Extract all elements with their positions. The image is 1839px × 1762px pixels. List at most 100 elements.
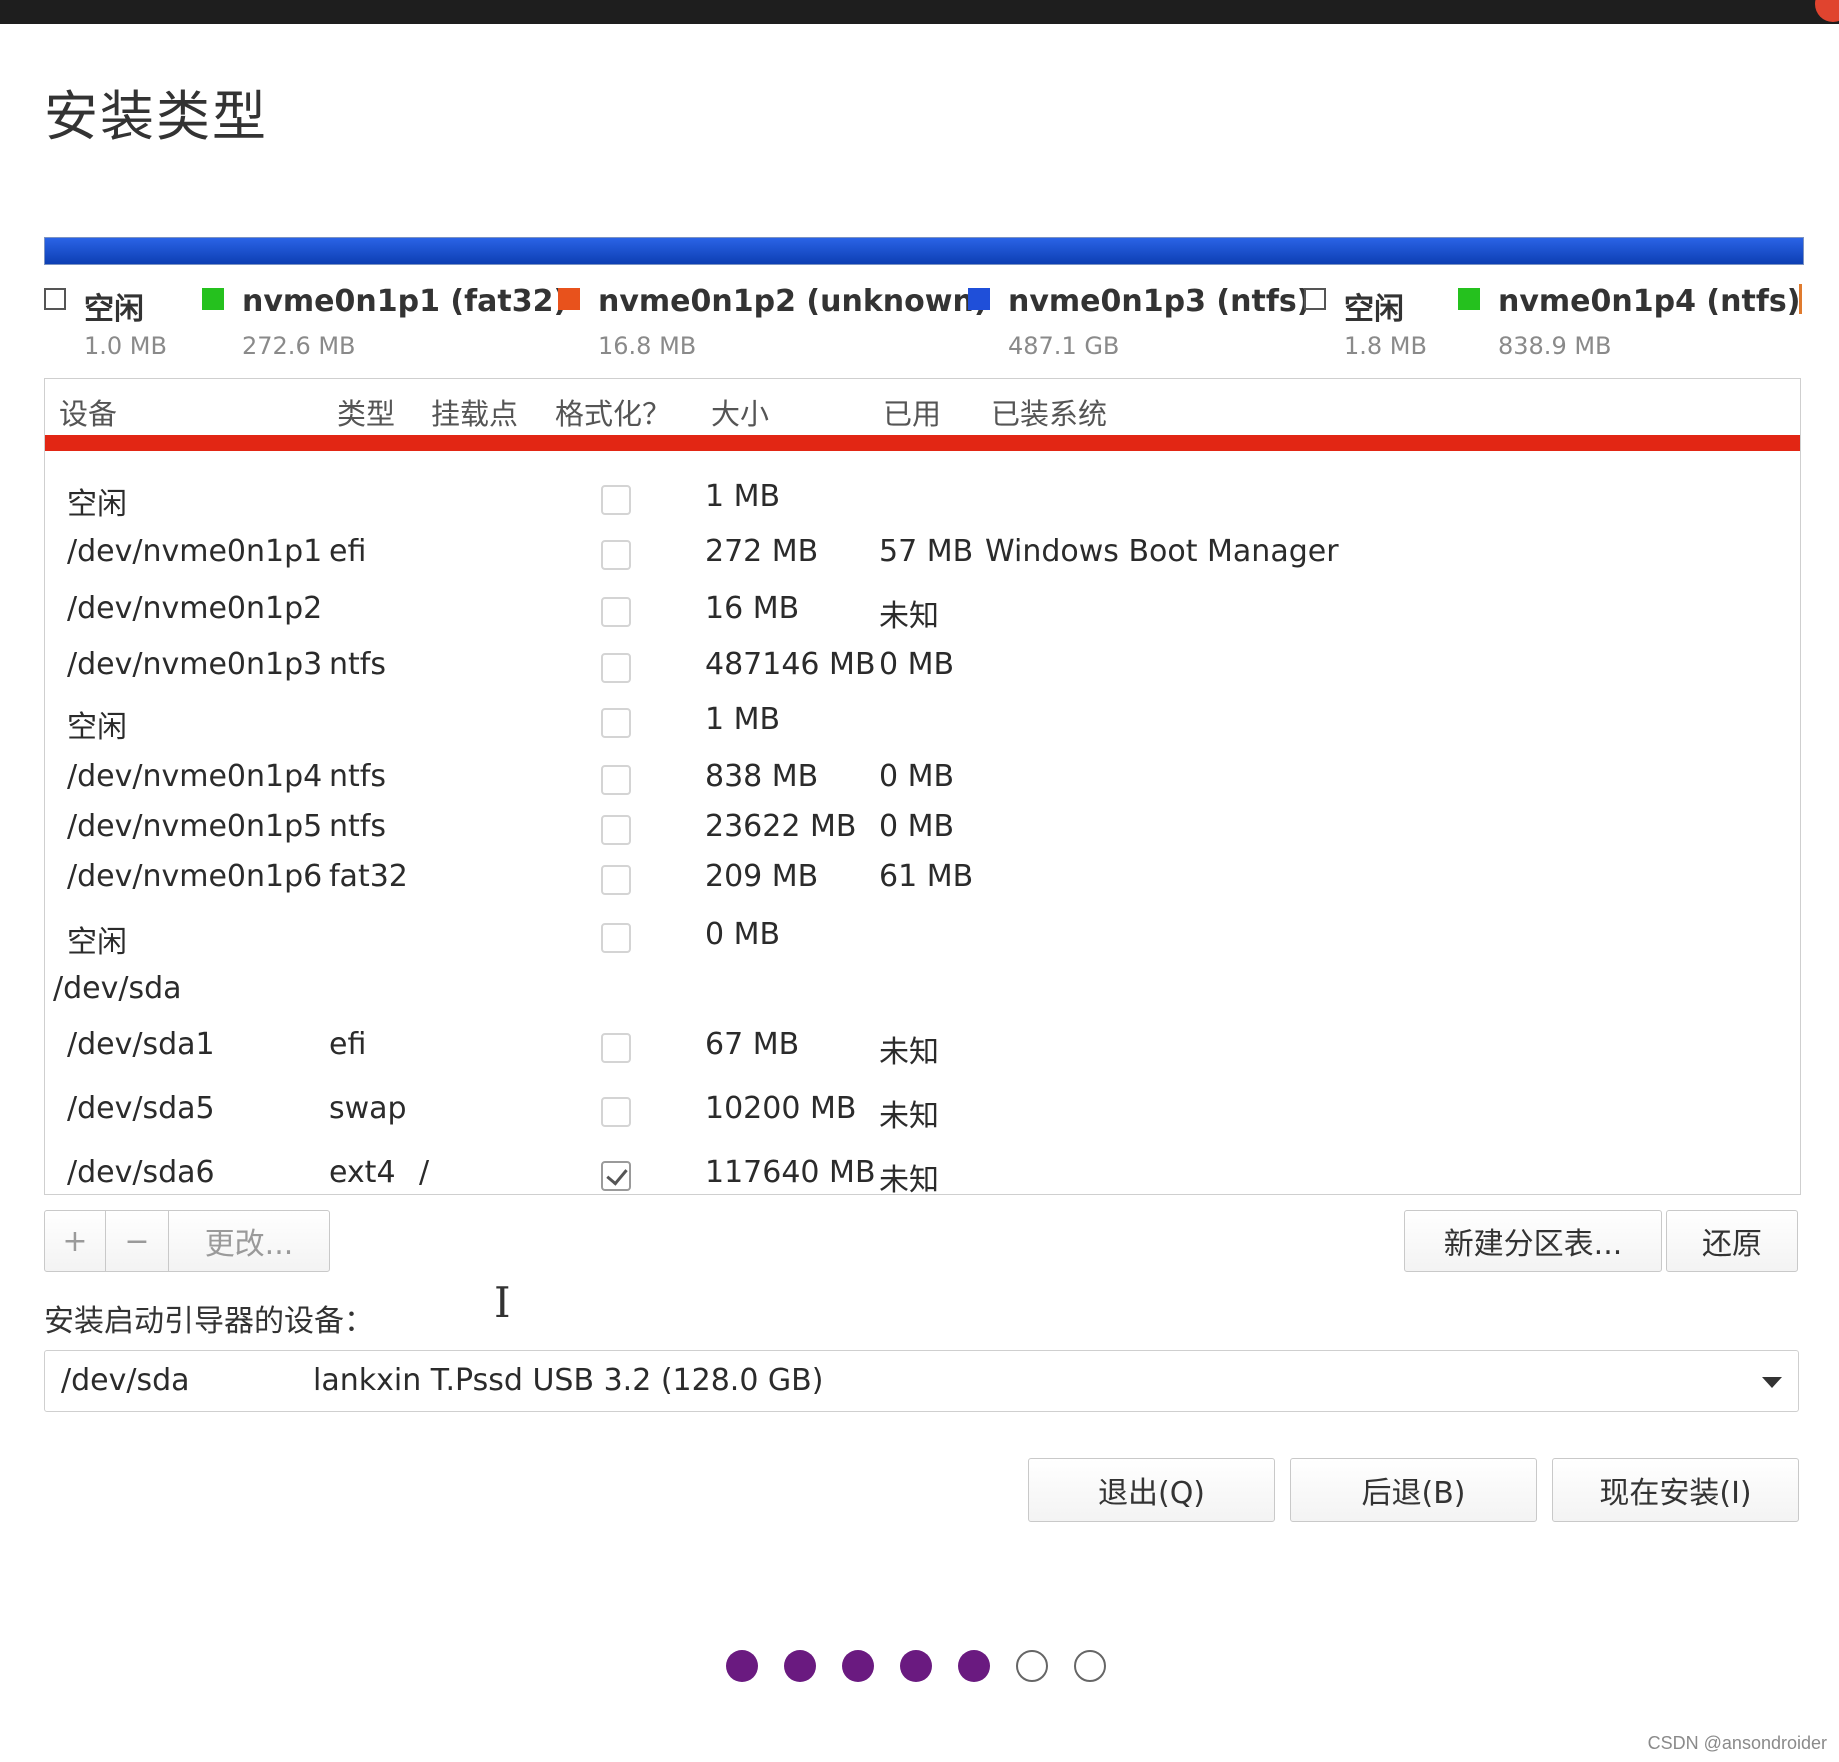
header-size[interactable]: 大小	[711, 391, 769, 433]
legend-swatch	[1304, 288, 1326, 310]
format-checkbox[interactable]	[601, 653, 631, 683]
header-used[interactable]: 已用	[883, 391, 941, 433]
legend-swatch	[558, 288, 580, 310]
table-row[interactable]: /dev/nvme0n1p5 ntfs 23622 MB 0 MB	[45, 809, 1800, 859]
cell-size: 1 MB	[705, 702, 781, 737]
cell-used: 未知	[879, 1163, 939, 1195]
cell-device: /dev/nvme0n1p1	[67, 534, 323, 569]
format-checkbox[interactable]	[601, 540, 631, 570]
table-row[interactable]: /dev/nvme0n1p4 ntfs 838 MB 0 MB	[45, 759, 1800, 809]
new-partition-table-button[interactable]: 新建分区表...	[1404, 1210, 1662, 1272]
format-checkbox[interactable]	[601, 1033, 631, 1063]
step-dot-completed	[784, 1650, 816, 1682]
cell-size: 16 MB	[705, 591, 800, 626]
format-checkbox[interactable]	[601, 865, 631, 895]
step-dot-completed	[842, 1650, 874, 1682]
table-row[interactable]: 空闲 1 MB	[45, 702, 1800, 752]
cell-device: /dev/nvme0n1p5	[67, 809, 323, 844]
header-type[interactable]: 类型	[337, 391, 395, 433]
cell-device: 空闲	[67, 710, 127, 745]
table-row[interactable]: /dev/nvme0n1p3 ntfs 487146 MB 0 MB	[45, 647, 1800, 697]
page-title: 安装类型	[44, 85, 268, 148]
legend-swatch	[968, 288, 990, 310]
legend-swatch	[202, 288, 224, 310]
legend-swatch	[44, 288, 66, 310]
cell-type: fat32	[329, 859, 408, 894]
legend-size: 487.1 GB	[1008, 332, 1120, 360]
cell-size: 67 MB	[705, 1027, 800, 1062]
step-dot-pending	[1074, 1650, 1106, 1682]
table-row[interactable]: /dev/sda1 efi 67 MB 未知	[45, 1027, 1800, 1077]
table-row[interactable]: /dev/sda	[45, 971, 1800, 1021]
change-partition-button[interactable]: 更改...	[168, 1210, 330, 1272]
bootloader-device-name: lankxin T.Pssd USB 3.2 (128.0 GB)	[313, 1363, 824, 1398]
cell-device: /dev/nvme0n1p2	[67, 591, 323, 626]
table-row[interactable]: /dev/sda6 ext4 / 117640 MB 未知	[45, 1155, 1800, 1195]
legend-size: 16.8 MB	[598, 332, 697, 360]
format-checkbox[interactable]	[601, 765, 631, 795]
close-dot-icon[interactable]	[1815, 0, 1839, 22]
cell-size: 487146 MB	[705, 647, 876, 682]
cell-device: /dev/nvme0n1p6	[67, 859, 323, 894]
cell-used: 0 MB	[879, 647, 955, 682]
cell-type: ntfs	[329, 759, 386, 794]
format-checkbox[interactable]	[601, 1097, 631, 1127]
partition-legend: 空闲 1.0 MB nvme0n1p1 (fat32) 272.6 MB nvme0n1…	[44, 284, 1802, 364]
format-checkbox[interactable]	[601, 815, 631, 845]
format-checkbox[interactable]	[601, 708, 631, 738]
header-mount[interactable]: 挂载点	[431, 391, 518, 433]
dropdown-arrow-icon[interactable]	[1762, 1377, 1782, 1388]
format-checkbox[interactable]	[601, 923, 631, 953]
cell-used: 未知	[879, 1035, 939, 1070]
cell-used: 未知	[879, 1099, 939, 1134]
watermark: CSDN @ansondroider	[1647, 1733, 1827, 1753]
cell-type: swap	[329, 1091, 407, 1126]
legend-size: 1.8 MB	[1344, 332, 1427, 360]
cell-type: ntfs	[329, 647, 386, 682]
step-dot-pending	[1016, 1650, 1048, 1682]
revert-button[interactable]: 还原	[1666, 1210, 1798, 1272]
cell-type: ext4	[329, 1155, 396, 1190]
cell-device: /dev/sda5	[67, 1091, 215, 1126]
table-row[interactable]: /dev/nvme0n1p1 efi 272 MB 57 MB Windows Boot…	[45, 534, 1800, 584]
cell-used: 未知	[879, 599, 939, 634]
bootloader-device: /dev/sda	[61, 1363, 190, 1398]
step-dot-completed	[900, 1650, 932, 1682]
cell-size: 10200 MB	[705, 1091, 857, 1126]
legend-label: nvme0n1p4 (ntfs)	[1498, 284, 1801, 319]
table-row[interactable]: /dev/nvme0n1p6 fat32 209 MB 61 MB	[45, 859, 1800, 909]
header-system[interactable]: 已装系统	[991, 391, 1107, 433]
legend-label: nvme0n1p2 (unknown)	[598, 284, 988, 319]
table-row[interactable]: /dev/nvme0n1p2 16 MB 未知	[45, 591, 1800, 641]
legend-overflow-marker	[1799, 284, 1802, 314]
selected-disk-row-highlight	[45, 435, 1800, 451]
step-dot-completed	[726, 1650, 758, 1682]
format-checkbox[interactable]	[601, 597, 631, 627]
cell-device: /dev/sda6	[67, 1155, 215, 1190]
remove-partition-button[interactable]: −	[105, 1210, 169, 1272]
format-checkbox[interactable]	[601, 1161, 631, 1191]
cell-type: efi	[329, 1027, 367, 1062]
legend-label: nvme0n1p3 (ntfs)	[1008, 284, 1311, 319]
partition-edit-buttons: + − 更改...	[44, 1210, 330, 1272]
partition-table[interactable]: 设备 类型 挂载点 格式化？ 大小 已用 已装系统 空闲 1 MB/dev/nvm…	[44, 378, 1801, 1195]
cell-size: 0 MB	[705, 917, 781, 952]
format-checkbox[interactable]	[601, 485, 631, 515]
header-device[interactable]: 设备	[59, 391, 117, 433]
table-row[interactable]: /dev/sda5 swap 10200 MB 未知	[45, 1091, 1800, 1141]
header-format[interactable]: 格式化？	[555, 391, 671, 433]
table-row[interactable]: 空闲 1 MB	[45, 479, 1800, 529]
install-now-button[interactable]: 现在安装(I)	[1552, 1458, 1799, 1522]
add-partition-button[interactable]: +	[44, 1210, 106, 1272]
quit-button[interactable]: 退出(Q)	[1028, 1458, 1275, 1522]
cell-system: Windows Boot Manager	[985, 534, 1339, 569]
legend-swatch	[1458, 288, 1480, 310]
back-button[interactable]: 后退(B)	[1290, 1458, 1537, 1522]
cell-device: /dev/nvme0n1p4	[67, 759, 323, 794]
legend-label: 空闲	[84, 292, 144, 327]
bootloader-device-select[interactable]: /dev/sda lankxin T.Pssd USB 3.2 (128.0 G…	[44, 1350, 1799, 1412]
cell-device: 空闲	[67, 925, 127, 960]
table-row[interactable]: 空闲 0 MB	[45, 917, 1800, 967]
legend-size: 1.0 MB	[84, 332, 167, 360]
legend-size: 272.6 MB	[242, 332, 356, 360]
